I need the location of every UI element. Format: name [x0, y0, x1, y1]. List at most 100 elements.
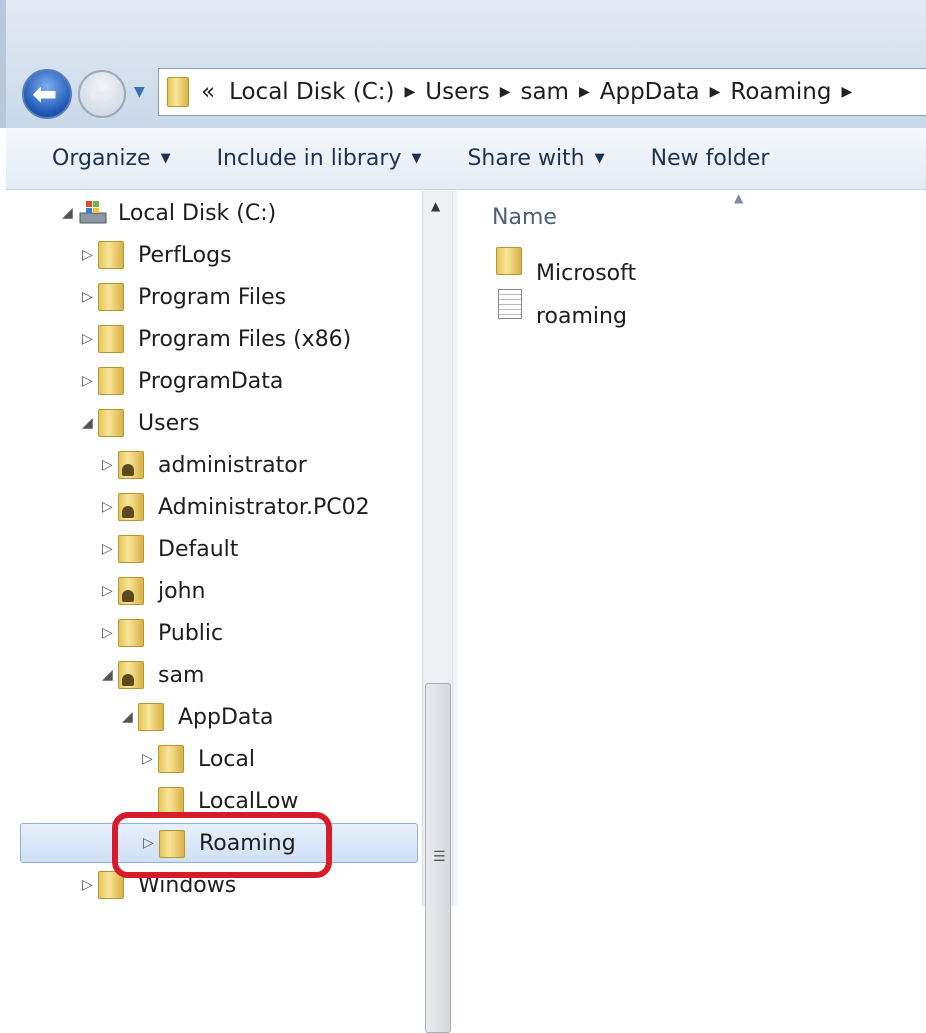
expanded-arrow-icon[interactable]: ◢: [102, 667, 113, 683]
drive-icon: [78, 199, 108, 225]
command-bar: Organize ▼ Include in library ▼ Share with…: [6, 128, 926, 190]
tree-item-label: Local: [198, 746, 256, 772]
breadcrumb-chevron-icon[interactable]: ▶: [841, 84, 852, 100]
collapsed-arrow-icon[interactable]: ▷: [102, 625, 113, 641]
collapsed-arrow-icon[interactable]: ▷: [82, 331, 93, 347]
collapsed-arrow-icon[interactable]: ▷: [102, 499, 113, 515]
breadcrumb-sam[interactable]: sam: [520, 79, 568, 105]
tree-item-program-files-x86-[interactable]: ▷ Program Files (x86): [20, 319, 418, 359]
folder-icon: [98, 409, 124, 437]
file-list: ▲ Name Microsoft roaming: [458, 191, 926, 906]
tree-scrollbar[interactable]: ▲ ☰: [422, 191, 452, 1033]
navigation-tree: ◢ Local Disk (C:) ▷ PerfLogs ▷ Program Files ▷…: [6, 191, 422, 906]
folder-icon: [118, 535, 144, 563]
tree-item-label: Public: [158, 620, 224, 646]
scroll-thumb[interactable]: ☰: [425, 683, 451, 1033]
breadcrumb-chevron-icon[interactable]: ▶: [500, 84, 511, 100]
chevron-down-icon: ▼: [411, 151, 422, 166]
user-folder-icon: [118, 493, 144, 521]
tree-item-label: Program Files: [138, 284, 287, 310]
tree-item-label: sam: [158, 662, 205, 688]
folder-icon: [158, 787, 184, 815]
item-label: Microsoft: [536, 261, 637, 286]
user-folder-icon: [118, 451, 144, 479]
user-folder-icon: [118, 577, 144, 605]
address-overflow[interactable]: «: [201, 79, 215, 105]
tree-item-label: AppData: [178, 704, 274, 730]
tree-item-administrator[interactable]: ▷ administrator: [20, 445, 418, 485]
highlight-annotation: [112, 812, 332, 878]
include-in-library-button[interactable]: Include in library ▼: [217, 146, 422, 171]
forward-button[interactable]: ➡: [78, 70, 126, 118]
grip-icon: ☰: [433, 849, 446, 865]
breadcrumb-local-disk-c-[interactable]: Local Disk (C:): [229, 79, 394, 105]
scroll-up-icon[interactable]: ▲: [431, 199, 440, 213]
back-arrow-icon: ⬅: [32, 77, 58, 112]
folder-icon: [158, 745, 184, 773]
tree-item-users[interactable]: ◢ Users: [20, 403, 418, 443]
include-label: Include in library: [216, 146, 402, 171]
folder-icon: [98, 241, 124, 269]
tree-item-local[interactable]: ▷ Local: [20, 739, 418, 779]
file-item-microsoft[interactable]: Microsoft: [496, 247, 637, 286]
folder-icon: [98, 325, 124, 353]
folder-icon: [118, 619, 144, 647]
organize-label: Organize: [52, 146, 151, 171]
tree-item-program-files[interactable]: ▷ Program Files: [20, 277, 418, 317]
tree-item-label: Local Disk (C:): [118, 200, 277, 226]
tree-item-label: Users: [138, 410, 200, 436]
share-with-button[interactable]: Share with ▼: [467, 146, 604, 171]
breadcrumb-appdata[interactable]: AppData: [600, 79, 700, 105]
forward-arrow-icon: ➡: [89, 78, 113, 111]
tree-item-programdata[interactable]: ▷ ProgramData: [20, 361, 418, 401]
collapsed-arrow-icon[interactable]: ▷: [82, 877, 93, 893]
folder-icon: [98, 283, 124, 311]
folder-icon: [138, 703, 164, 731]
folder-icon: [496, 247, 522, 275]
tree-item-default[interactable]: ▷ Default: [20, 529, 418, 569]
tree-item-administrator-pc02[interactable]: ▷ Administrator.PC02: [20, 487, 418, 527]
chevron-down-icon: ▼: [160, 151, 171, 166]
breadcrumb-chevron-icon[interactable]: ▶: [710, 84, 721, 100]
collapsed-arrow-icon[interactable]: ▷: [82, 373, 93, 389]
text-file-icon: [498, 289, 522, 319]
tree-item-label: Administrator.PC02: [158, 494, 370, 520]
collapsed-arrow-icon[interactable]: ▷: [102, 541, 113, 557]
collapsed-arrow-icon[interactable]: ▷: [82, 247, 93, 263]
collapsed-arrow-icon[interactable]: ▷: [142, 751, 153, 767]
address-bar[interactable]: « Local Disk (C:) ▶ Users ▶ sam ▶ AppData ▶ Roam…: [158, 68, 926, 116]
column-header-name[interactable]: Name: [492, 205, 557, 230]
expanded-arrow-icon[interactable]: ◢: [82, 415, 93, 431]
expanded-arrow-icon[interactable]: ◢: [62, 205, 73, 221]
chevron-down-icon: ▼: [594, 151, 605, 166]
breadcrumb-roaming[interactable]: Roaming: [730, 79, 831, 105]
recent-pages-dropdown[interactable]: ▼: [134, 84, 145, 100]
breadcrumb-chevron-icon[interactable]: ▶: [404, 84, 415, 100]
share-label: Share with: [467, 146, 585, 171]
tree-item-john[interactable]: ▷ john: [20, 571, 418, 611]
sort-ascending-icon: ▲: [734, 191, 744, 205]
tree-item-label: LocalLow: [198, 788, 299, 814]
tree-item-public[interactable]: ▷ Public: [20, 613, 418, 653]
tree-item-label: ProgramData: [138, 368, 284, 394]
folder-icon: [98, 367, 124, 395]
tree-item-local-disk-c-[interactable]: ◢ Local Disk (C:): [20, 193, 418, 233]
new-folder-button[interactable]: New folder: [651, 146, 770, 171]
file-item-roaming[interactable]: roaming: [496, 289, 627, 329]
organize-button[interactable]: Organize ▼: [52, 146, 171, 171]
tree-item-sam[interactable]: ◢ sam: [20, 655, 418, 695]
expanded-arrow-icon[interactable]: ◢: [122, 709, 133, 725]
back-button[interactable]: ⬅: [22, 69, 72, 119]
item-label: roaming: [536, 304, 627, 329]
tree-item-label: administrator: [158, 452, 307, 478]
breadcrumb-chevron-icon[interactable]: ▶: [579, 84, 590, 100]
tree-item-label: john: [158, 578, 206, 604]
tree-item-label: Program Files (x86): [138, 326, 352, 352]
tree-item-perflogs[interactable]: ▷ PerfLogs: [20, 235, 418, 275]
collapsed-arrow-icon[interactable]: ▷: [82, 289, 93, 305]
collapsed-arrow-icon[interactable]: ▷: [102, 583, 113, 599]
collapsed-arrow-icon[interactable]: ▷: [102, 457, 113, 473]
tree-item-label: PerfLogs: [138, 242, 232, 268]
tree-item-appdata[interactable]: ◢ AppData: [20, 697, 418, 737]
breadcrumb-users[interactable]: Users: [425, 79, 489, 105]
